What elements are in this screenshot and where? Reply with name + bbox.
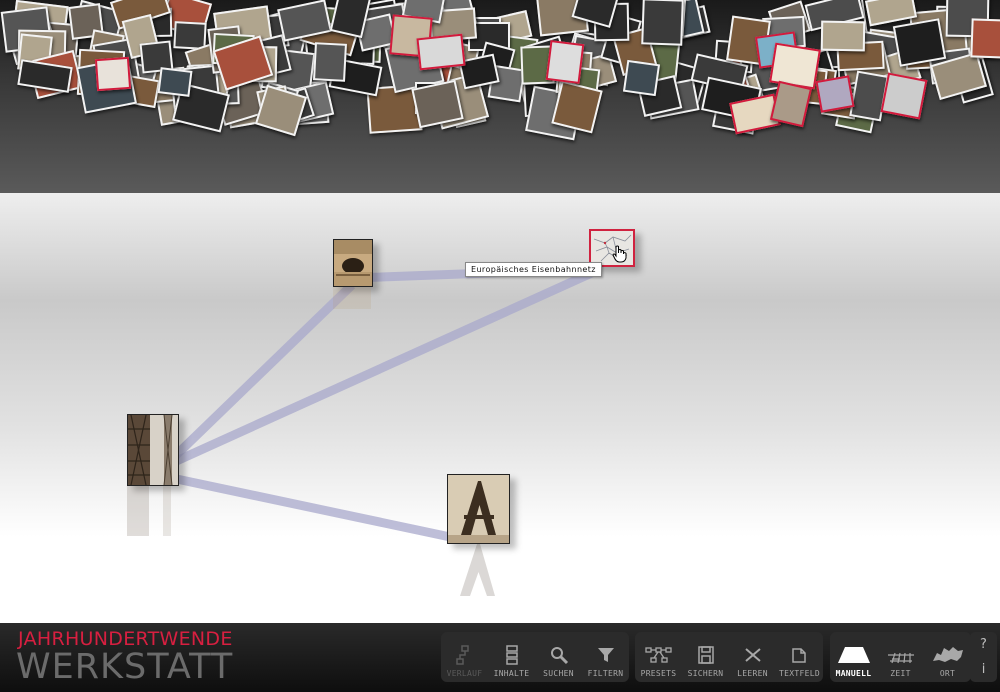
textfeld-button[interactable]: TEXTFELD	[776, 632, 823, 682]
time-icon	[887, 652, 914, 664]
presets-label: PRESETS	[640, 669, 677, 678]
photo-collection-strip[interactable]	[0, 0, 1000, 193]
collection-photo-selected[interactable]	[416, 33, 466, 71]
search-icon	[550, 647, 568, 665]
collection-photo[interactable]	[622, 59, 661, 97]
suchen-label: SUCHEN	[543, 669, 574, 678]
toolbar-group-navigation: VERLAUF INHALTE SUCHEN FILTERN	[441, 632, 629, 682]
help-button[interactable]: ?	[980, 637, 987, 652]
verlauf-label: VERLAUF	[446, 669, 483, 678]
textfeld-label: TEXTFELD	[779, 669, 820, 678]
zeit-label: ZEIT	[890, 669, 911, 678]
link-line	[166, 281, 356, 465]
presets-icon	[644, 647, 672, 663]
filtern-button[interactable]: FILTERN	[582, 632, 629, 682]
collection-photo-selected[interactable]	[545, 40, 585, 84]
collection-photo-selected[interactable]	[769, 42, 821, 90]
link-line	[170, 266, 598, 468]
photo-thumbnail	[127, 414, 179, 486]
leeren-button[interactable]: LEEREN	[729, 632, 776, 682]
collection-photo-selected[interactable]	[815, 75, 855, 113]
manual-icon	[837, 647, 870, 663]
ort-button[interactable]: ORT	[924, 632, 971, 682]
textfield-icon	[791, 648, 806, 663]
toolbar-group-layout-mode: MANUELL ZEIT ORT	[830, 632, 971, 682]
leeren-label: LEEREN	[737, 669, 768, 678]
verlauf-button[interactable]: VERLAUF	[441, 632, 488, 682]
manuell-label: MANUELL	[835, 669, 872, 678]
ort-label: ORT	[939, 669, 956, 678]
history-icon	[455, 645, 469, 665]
clear-icon	[744, 648, 761, 662]
manuell-button[interactable]: MANUELL	[830, 632, 877, 682]
map-icon	[932, 647, 963, 662]
filter-icon	[597, 648, 614, 662]
photo-reflection	[333, 287, 371, 309]
collection-photo-selected[interactable]	[880, 72, 928, 120]
photo-reflection	[127, 486, 171, 536]
toolbar-group-arrangement: PRESETS SICHERN LEEREN TEXTFELD	[635, 632, 823, 682]
link-line	[171, 473, 456, 543]
photo-thumbnail	[333, 239, 373, 287]
collection-photo[interactable]	[313, 42, 347, 82]
collection-photo[interactable]	[892, 18, 947, 67]
sichern-button[interactable]: SICHERN	[682, 632, 729, 682]
inhalte-label: INHALTE	[493, 669, 530, 678]
filtern-label: FILTERN	[587, 669, 624, 678]
collection-photo-selected[interactable]	[769, 80, 813, 128]
suchen-button[interactable]: SUCHEN	[535, 632, 582, 682]
collection-photo-selected[interactable]	[94, 56, 132, 92]
logo-title-line2: WERKSTATT	[16, 647, 234, 687]
collection-photo[interactable]	[970, 18, 1000, 59]
presets-button[interactable]: PRESETS	[635, 632, 682, 682]
info-button[interactable]: i	[982, 662, 986, 677]
workspace-canvas[interactable]: Europäisches Eisenbahnnetz	[0, 193, 1000, 623]
image-tooltip: Europäisches Eisenbahnnetz	[465, 262, 602, 277]
contents-icon	[505, 645, 518, 665]
help-info-panel: ? i	[970, 632, 997, 682]
collection-photo[interactable]	[641, 0, 684, 46]
save-icon	[697, 646, 714, 664]
zeit-button[interactable]: ZEIT	[877, 632, 924, 682]
collection-photo[interactable]	[157, 67, 193, 97]
collection-photo[interactable]	[820, 20, 866, 52]
inhalte-button[interactable]: INHALTE	[488, 632, 535, 682]
sichern-label: SICHERN	[687, 669, 724, 678]
photo-reflection	[460, 544, 495, 596]
photo-thumbnail	[447, 474, 510, 544]
hand-cursor-icon	[612, 245, 627, 263]
footer-toolbar: JAHRHUNDERTWENDE WERKSTATT VERLAUF INHAL…	[0, 623, 1000, 692]
